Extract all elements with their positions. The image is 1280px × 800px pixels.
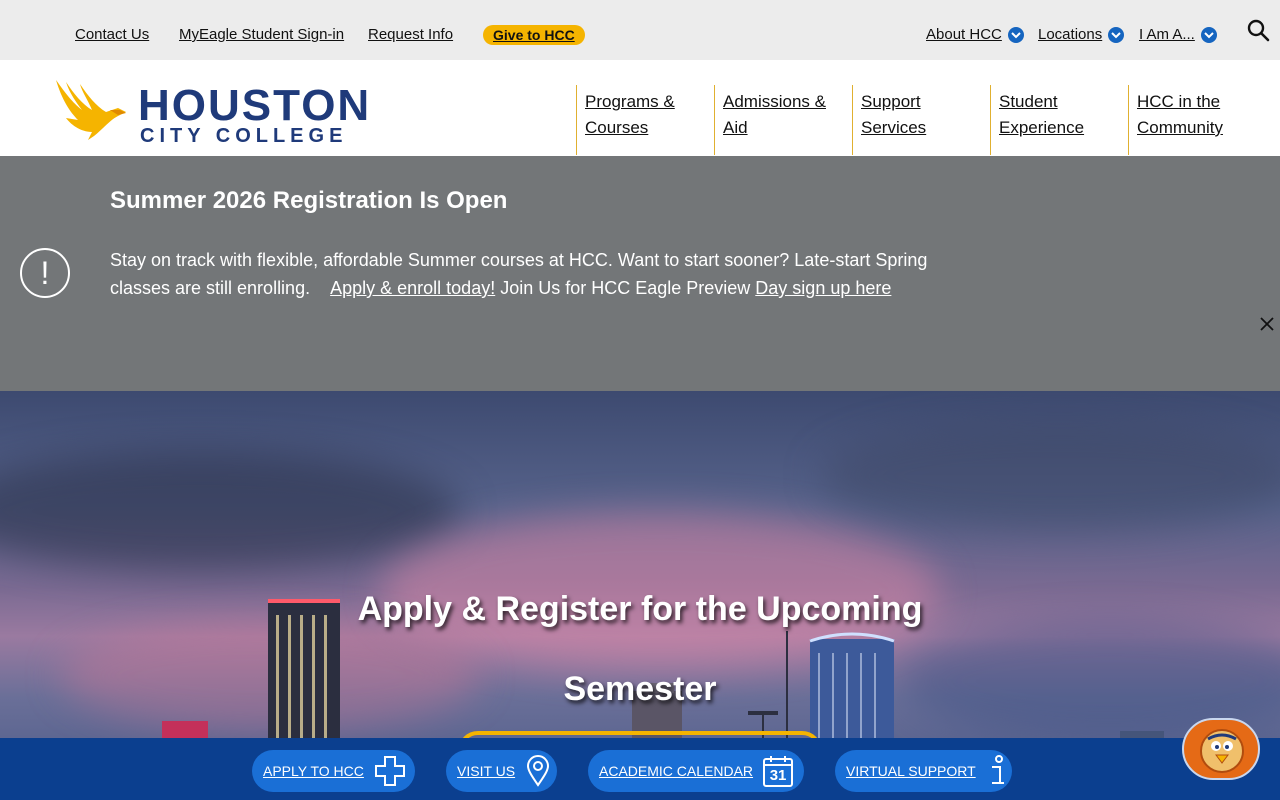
quick-links-bar: APPLY TO HCC VISIT US ACADEMIC CALENDAR … [0,738,1280,800]
nav-label-line1: Programs & [585,92,675,111]
virtual-support-label: VIRTUAL SUPPORT [846,763,976,779]
apply-to-hcc-label: APPLY TO HCC [263,763,364,779]
plus-icon [374,756,405,786]
chat-assistant-button[interactable] [1182,718,1260,780]
search-icon[interactable] [1246,18,1270,42]
info-icon [991,755,1004,784]
academic-calendar-label: ACADEMIC CALENDAR [599,763,754,779]
i-am-a-dropdown[interactable]: I Am A... [1139,26,1217,43]
alert-exclamation-icon: ! [20,248,70,298]
logo-wordmark-city-college: CITY COLLEGE [140,125,348,147]
chevron-down-icon [1007,26,1024,43]
nav-label-line2: Community [1137,118,1223,137]
map-pin-icon [527,755,550,787]
nav-label-line2: Services [861,118,927,137]
chevron-down-icon [1200,26,1217,43]
logo-wordmark-houston: HOUSTON [138,81,372,130]
eagle-logo-icon [56,80,126,140]
apply-to-hcc-button[interactable]: APPLY TO HCC [252,750,415,792]
nav-programs-courses[interactable]: Programs & Courses [576,85,714,155]
hcc-logo[interactable]: HOUSTON CITY COLLEGE [52,76,372,146]
visit-us-button[interactable]: VISIT US [446,750,557,792]
locations-dropdown[interactable]: Locations [1038,26,1125,43]
contact-us-link[interactable]: Contact Us [75,26,149,43]
nav-label-line1: Admissions & [723,92,826,111]
nav-label-line2: Courses [585,118,649,137]
myeagle-signin-link[interactable]: MyEagle Student Sign-in [179,26,344,43]
nav-hcc-community[interactable]: HCC in the Community [1128,85,1266,155]
about-hcc-label: About HCC [926,26,1002,43]
nav-label-line1: Support [861,92,921,111]
chevron-down-icon [1108,26,1125,43]
visit-us-label: VISIT US [457,763,516,779]
alert-title: Summer 2026 Registration Is Open [110,187,508,214]
nav-label-line2: Experience [999,118,1085,137]
nav-label-line1: HCC in the [1137,92,1221,111]
site-header: HOUSTON CITY COLLEGE Programs & Courses A… [0,60,1280,156]
i-am-a-label: I Am A... [1139,26,1195,43]
locations-label: Locations [1038,26,1103,43]
request-info-link[interactable]: Request Info [368,26,453,43]
calendar-icon: 31 [763,755,794,787]
alert-body: Stay on track with flexible, affordable … [110,246,960,302]
nav-label-line1: Student [999,92,1058,111]
about-hcc-dropdown[interactable]: About HCC [926,26,1024,43]
main-nav: Programs & Courses Admissions & Aid Suppor… [576,85,1266,155]
give-to-hcc-button[interactable]: Give to HCC [483,25,585,45]
hero-title: Apply & Register for the Upcoming Semest… [357,590,923,708]
utility-bar: Contact Us MyEagle Student Sign-in Reque… [0,0,1280,60]
alert-text-2: Join Us for HCC Eagle Preview [495,278,756,298]
alert-banner: ! Summer 2026 Registration Is Open Stay … [0,156,1280,391]
nav-student-experience[interactable]: Student Experience [990,85,1128,155]
day-signup-link[interactable]: Day sign up here [755,278,891,298]
calendar-day-number: 31 [769,767,787,784]
nav-admissions-aid[interactable]: Admissions & Aid [714,85,852,155]
virtual-support-button[interactable]: VIRTUAL SUPPORT [835,750,1012,792]
apply-enroll-link[interactable]: Apply & enroll today! [330,278,495,298]
academic-calendar-button[interactable]: ACADEMIC CALENDAR 31 [588,750,804,792]
nav-support-services[interactable]: Support Services [852,85,990,155]
nav-label-line2: Aid [723,118,748,137]
eagle-mascot-icon [1200,729,1244,773]
close-icon[interactable] [1259,316,1275,332]
